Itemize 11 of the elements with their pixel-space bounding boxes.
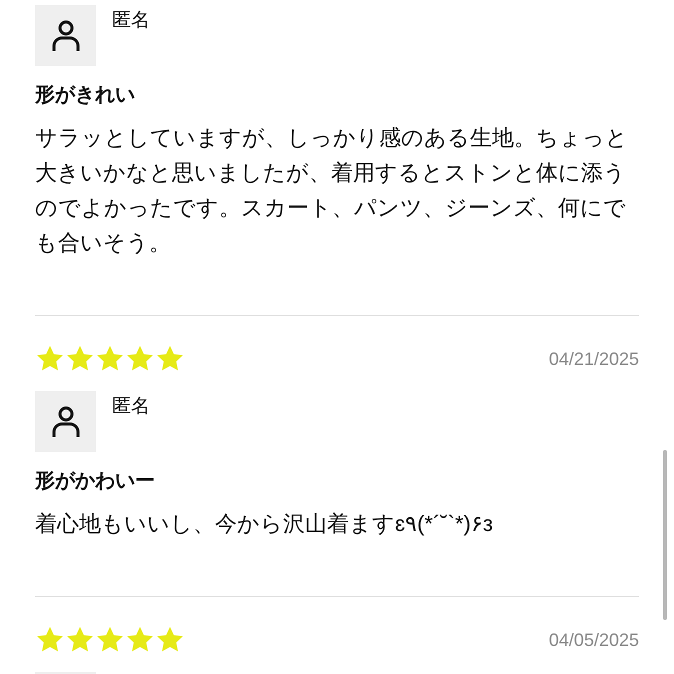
reviewer-name: 匿名	[112, 9, 150, 33]
review-text: サラッとしていますが、しっかり感のある生地。ちょっと大きいかなと思いましたが、着用するとストンと体に添うのでよかったです。スカート、パンツ、ジーンズ、何にでも合いそう。	[35, 124, 629, 257]
person-icon	[50, 18, 80, 52]
reviewer-name: 匿名	[112, 395, 150, 419]
review-date: 04/21/2025	[548, 348, 639, 370]
scrollbar[interactable]	[663, 450, 667, 620]
review-title: 形がかわいー	[35, 469, 156, 493]
person-icon	[50, 404, 80, 438]
review-text: 着心地もいいし、今から沢山着ますɛ٩(*´˘`*)۶з	[35, 510, 494, 538]
review-date: 04/05/2025	[548, 628, 639, 652]
review-title: 形がきれい	[35, 83, 136, 107]
